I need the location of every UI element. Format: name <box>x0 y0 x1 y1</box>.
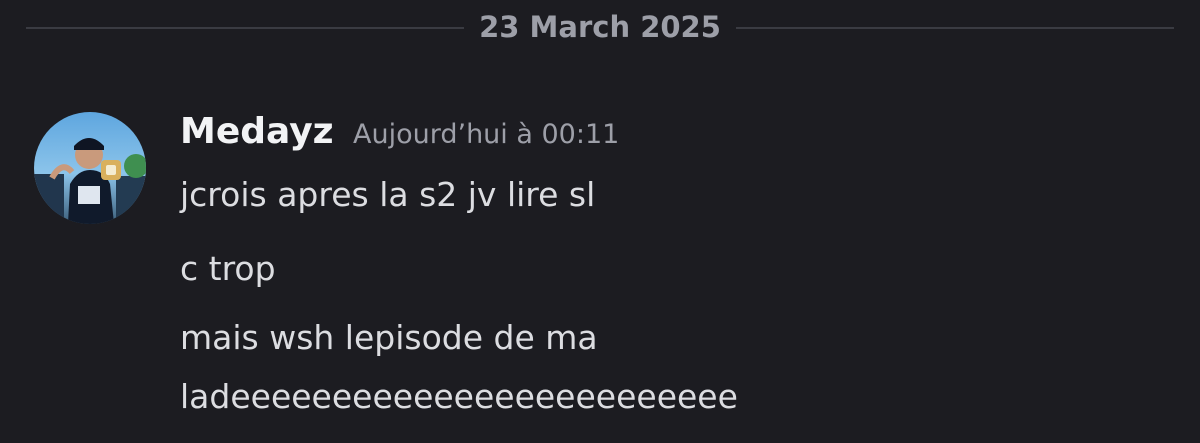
message-timestamp: Aujourd’hui à 00:11 <box>353 119 620 150</box>
message-author[interactable]: Medayz <box>180 110 334 154</box>
divider-line-left <box>26 27 464 29</box>
message-line-3: mais wsh lepisode de ma <box>180 318 598 357</box>
date-divider: 23 March 2025 <box>0 0 1200 56</box>
chat-screen: 23 March 2025 Medayz Aujourd’hui à 00:11… <box>0 0 1200 443</box>
message-line-2: c trop <box>180 249 276 288</box>
divider-line-right <box>736 27 1174 29</box>
message-line-1: jcrois apres la s2 jv lire sl <box>180 175 596 214</box>
avatar[interactable] <box>34 112 146 224</box>
date-divider-label: 23 March 2025 <box>479 10 721 44</box>
avatar-image <box>34 112 146 224</box>
message-line-4: ladeeeeeeeeeeeeeeeeeeeeeeeee <box>180 377 738 416</box>
